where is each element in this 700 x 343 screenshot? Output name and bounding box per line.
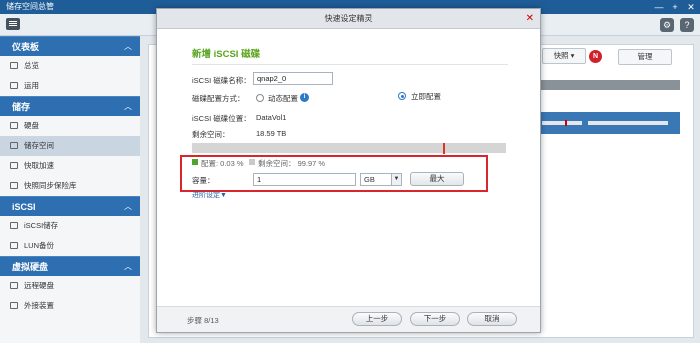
sidebar-item-external-device[interactable]: 外接装置 <box>0 296 140 316</box>
advanced-settings-link[interactable]: 进阶设定▼ <box>192 190 227 200</box>
capacity-bar <box>192 143 506 153</box>
chart-icon <box>10 82 18 89</box>
sidebar: 仪表板 ︿ 总览 运用 储存 ︿ 硬盘 储存空间 快取加速 快照同步保险库 iS… <box>0 36 140 343</box>
sidebar-item-usage[interactable]: 运用 <box>0 76 140 96</box>
allocated-legend: 配置: 0.03 % <box>201 159 244 168</box>
manage-button[interactable]: 管理 <box>618 49 672 65</box>
alloc-label: 磁碟配置方式： <box>192 94 245 103</box>
maximize-button[interactable]: + <box>670 0 680 14</box>
free-value: 18.59 TB <box>256 129 287 138</box>
sidebar-item-overview[interactable]: 总览 <box>0 56 140 76</box>
chevron-up-icon[interactable]: ︿ <box>124 37 132 57</box>
capacity-label: 容量： <box>192 176 215 185</box>
capacity-marker <box>443 143 445 154</box>
menu-icon[interactable] <box>6 18 20 30</box>
sidebar-section-virtual-disk[interactable]: 虚拟硬盘 ︿ <box>0 256 140 276</box>
chevron-up-icon[interactable]: ︿ <box>124 97 132 117</box>
close-icon[interactable]: ✕ <box>526 9 534 29</box>
sidebar-section-dashboard[interactable]: 仪表板 ︿ <box>0 36 140 56</box>
remaining-legend-swatch <box>249 159 255 165</box>
wizard-subtitle: 新增 iSCSI 磁碟 <box>192 49 261 60</box>
info-icon[interactable]: i <box>300 93 309 102</box>
minimize-button[interactable]: — <box>654 0 664 14</box>
cache-icon <box>10 162 18 169</box>
cancel-button[interactable]: 取消 <box>467 312 517 326</box>
disk-name-input[interactable]: qnap2_0 <box>253 72 333 85</box>
external-device-icon <box>10 302 18 309</box>
backup-icon <box>10 242 18 249</box>
chevron-up-icon[interactable]: ︿ <box>124 257 132 277</box>
remaining-legend: 剩余空间： 99.97 % <box>258 159 326 168</box>
chevron-down-icon: ▼ <box>391 174 401 185</box>
sidebar-section-storage[interactable]: 储存 ︿ <box>0 96 140 116</box>
close-window-button[interactable]: ✕ <box>686 0 696 14</box>
sidebar-item-remote-disk[interactable]: 远程硬盘 <box>0 276 140 296</box>
alloc-instant-label: 立即配置 <box>411 92 441 101</box>
sidebar-item-lun-backup[interactable]: LUN备份 <box>0 236 140 256</box>
snapshot-dropdown-button[interactable]: 快照 ▾ <box>542 48 586 64</box>
wizard-title: 快速设定精灵 ✕ <box>157 9 540 29</box>
app-title: 储存空间总管 <box>6 2 54 11</box>
radio-instant[interactable] <box>398 92 406 100</box>
name-label: iSCSI 磁碟名称： <box>192 76 251 85</box>
list-icon <box>10 142 18 149</box>
overview-icon <box>10 62 18 69</box>
iscsi-icon <box>10 222 18 229</box>
sidebar-item-cache[interactable]: 快取加速 <box>0 156 140 176</box>
alloc-dynamic-label: 动态配置 <box>268 94 298 103</box>
vault-icon <box>10 182 18 189</box>
divider <box>192 64 508 65</box>
allocated-legend-swatch <box>192 159 198 165</box>
location-label: iSCSI 磁碟位置： <box>192 114 251 123</box>
location-value: DataVol1 <box>256 113 287 122</box>
question-icon[interactable]: ? <box>680 18 694 32</box>
next-button[interactable]: 下一步 <box>410 312 460 326</box>
sidebar-item-storage-space[interactable]: 储存空间 <box>0 136 140 156</box>
remote-disk-icon <box>10 282 18 289</box>
capacity-input[interactable]: 1 <box>253 173 356 186</box>
disk-icon <box>10 122 18 129</box>
sidebar-item-iscsi-storage[interactable]: iSCSI储存 <box>0 216 140 236</box>
chevron-up-icon[interactable]: ︿ <box>124 197 132 217</box>
max-button[interactable]: 最大 <box>410 172 464 186</box>
radio-dynamic[interactable] <box>256 94 264 102</box>
gear-icon[interactable]: ⚙ <box>660 18 674 32</box>
selected-row[interactable] <box>540 112 680 134</box>
unit-select[interactable]: GB ▼ <box>360 173 402 186</box>
window-controls: — + ✕ <box>654 0 696 14</box>
sidebar-item-snapshot-vault[interactable]: 快照同步保险库 <box>0 176 140 196</box>
table-header-bar <box>540 80 680 90</box>
sidebar-item-disks[interactable]: 硬盘 <box>0 116 140 136</box>
back-button[interactable]: 上一步 <box>352 312 402 326</box>
sidebar-section-iscsi[interactable]: iSCSI ︿ <box>0 196 140 216</box>
free-label: 剩余空间： <box>192 130 230 139</box>
step-indicator: 步骤 8/13 <box>187 316 219 325</box>
notification-badge: N <box>589 50 602 63</box>
wizard-footer: 步骤 8/13 上一步 下一步 取消 <box>157 306 540 332</box>
